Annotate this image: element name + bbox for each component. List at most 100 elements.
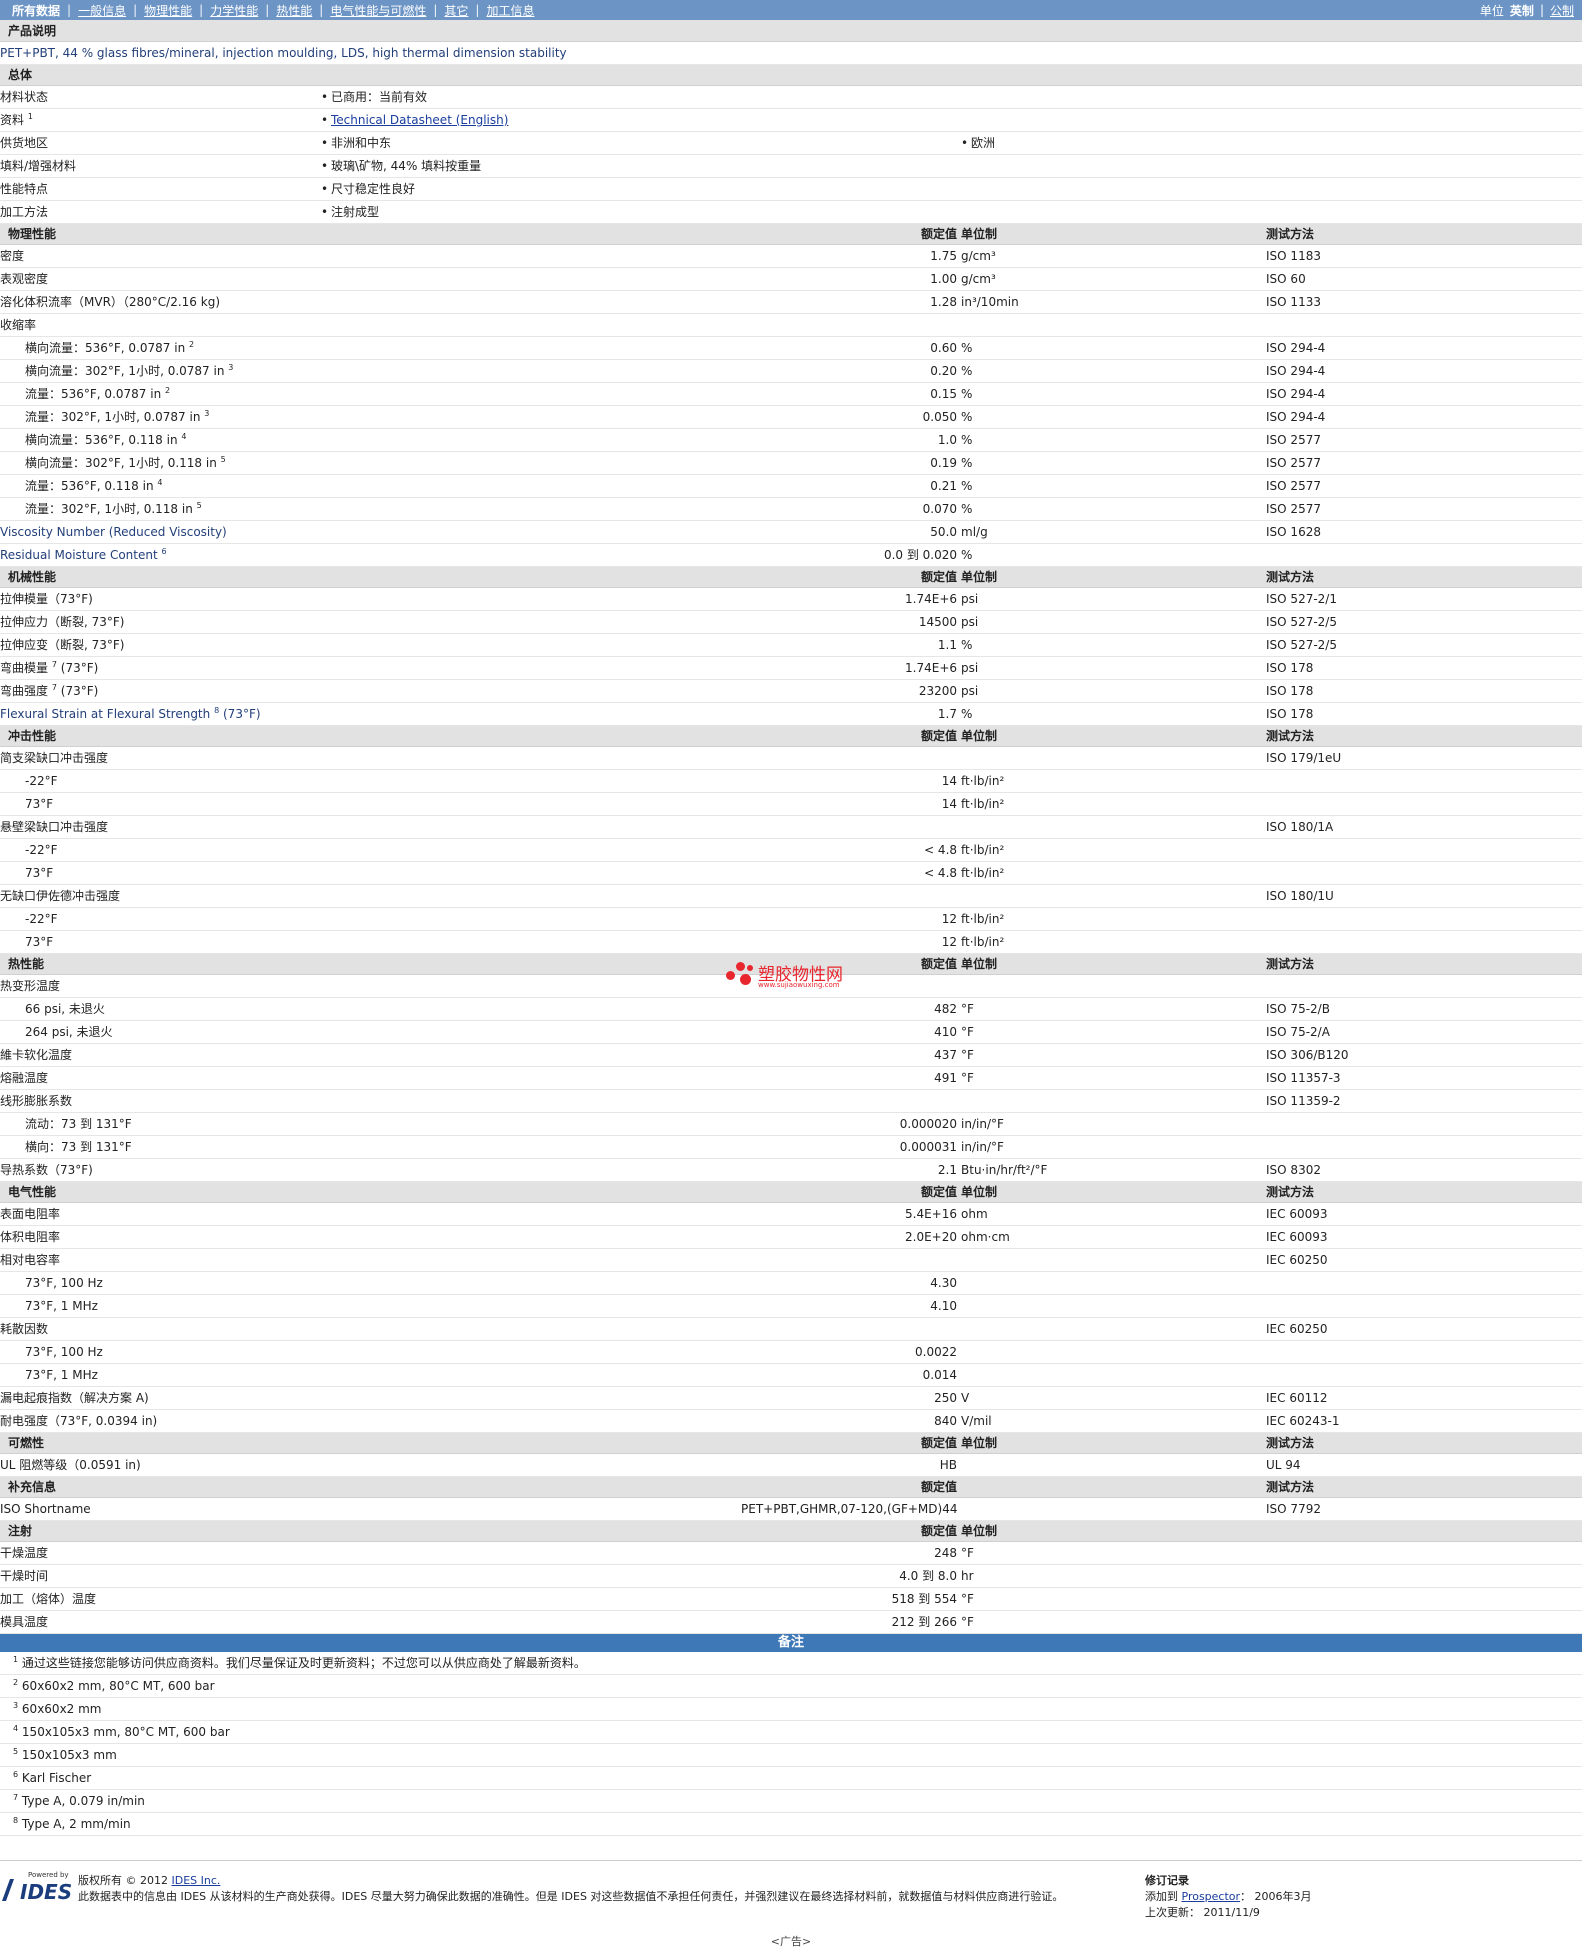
note-content: Karl Fischer — [21, 1771, 92, 1785]
property-row: 加工（熔体）温度 518 到 554 °F — [0, 1587, 1582, 1611]
note-number: 7 — [13, 1793, 19, 1802]
property-label-text: 73°F — [25, 934, 54, 949]
nav-tab[interactable]: 力学性能 — [203, 2, 265, 19]
property-unit — [961, 746, 1267, 770]
property-value: 1.1 — [741, 633, 958, 657]
property-label: 流量：536°F, 0.0787 in 2 — [0, 382, 742, 406]
general-value-text: 玻璃\矿物, 44% 填料按重量 — [331, 159, 482, 173]
property-label-text: 干燥时间 — [0, 1569, 49, 1583]
header-value — [741, 64, 958, 86]
header-method: 测试方法 — [1266, 566, 1582, 588]
footnote-ref: 5 — [196, 501, 202, 510]
nav-tab[interactable]: 一般信息 — [71, 2, 133, 19]
property-value: HB — [741, 1453, 958, 1477]
property-unit: ft·lb/in² — [961, 838, 1267, 862]
property-row: 横向流量：536°F, 0.118 in 4 1.0% ISO 2577 — [0, 428, 1582, 452]
property-value: 212 到 266 — [741, 1610, 958, 1634]
test-method: ISO 180/1U — [1266, 884, 1582, 908]
general-label-text: 材料状态 — [0, 90, 49, 104]
note-row: 7 Type A, 0.079 in/min — [0, 1789, 1582, 1813]
nav-tab[interactable]: 物理性能 — [137, 2, 199, 19]
property-label-text: 流量：536°F, 0.118 in — [25, 479, 154, 493]
property-unit: in³/10min — [961, 290, 1267, 314]
nav-tab[interactable]: 电气性能与可燃性 — [323, 2, 433, 19]
note-content: 150x105x3 mm — [21, 1748, 117, 1762]
datasheet-link[interactable]: Technical Datasheet (English) — [331, 113, 508, 127]
test-method: ISO 178 — [1266, 679, 1582, 703]
footnote-ref: 2 — [189, 340, 195, 349]
ides-inc-link[interactable]: IDES Inc. — [171, 1874, 220, 1887]
property-row: 相对电容率 IEC 60250 — [0, 1248, 1582, 1272]
note-text: 7 Type A, 0.079 in/min — [0, 1789, 1582, 1813]
unit-switcher: 单位 英制 | 公制 — [1480, 2, 1574, 19]
note-text: 6 Karl Fischer — [0, 1766, 1582, 1790]
property-row: 弯曲强度 7 (73°F) 23200 psi ISO 178 — [0, 679, 1582, 703]
property-value: 4.10 — [741, 1294, 958, 1318]
general-label-text: 加工方法 — [0, 205, 49, 219]
property-label-text: 耗散因数 — [0, 1322, 49, 1336]
property-label: 流量：536°F, 0.118 in 4 — [0, 474, 742, 498]
property-label-text: 維卡软化温度 — [0, 1048, 73, 1062]
property-label-text: 横向流量：536°F, 0.0787 in — [25, 341, 186, 355]
property-unit: °F — [961, 1066, 1267, 1090]
header-method: 测试方法 — [1266, 725, 1582, 747]
header-method: 测试方法 — [1266, 1432, 1582, 1454]
note-content: 通过这些链接您能够访问供应商资料。我们尽量保证及时更新资料；不过您可以从供应商处… — [21, 1656, 586, 1671]
property-unit — [961, 1248, 1267, 1272]
nav-tab[interactable]: 所有数据 — [8, 2, 67, 19]
property-label: 干燥温度 — [0, 1541, 742, 1565]
unit-metric-link[interactable]: 公制 — [1550, 2, 1574, 19]
property-value: < 4.8 — [741, 838, 958, 862]
property-label-text: 导热系数（73°F) — [0, 1163, 93, 1177]
header-unit: 单位制 — [961, 953, 1267, 975]
ides-logo[interactable]: Powered by IDES — [1, 1871, 72, 1904]
property-label: 悬壁梁缺口冲击强度 — [0, 815, 742, 839]
note-row: 8 Type A, 2 mm/min — [0, 1812, 1582, 1836]
nav-tab[interactable]: 其它 — [437, 2, 475, 19]
property-label-text: 密度 — [0, 249, 25, 263]
header-method: 测试方法 — [1266, 953, 1582, 975]
nav-tab[interactable]: 热性能 — [269, 2, 319, 19]
property-unit: °F — [961, 997, 1267, 1021]
section-header: 可燃性 额定值 单位制 测试方法 — [0, 1432, 1582, 1454]
property-row: 线形膨胀系数 ISO 11359-2 — [0, 1089, 1582, 1113]
property-unit: g/cm³ — [961, 267, 1267, 291]
note-content: Type A, 2 mm/min — [21, 1817, 131, 1831]
note-text: 8 Type A, 2 mm/min — [0, 1812, 1582, 1836]
property-unit: % — [961, 702, 1267, 726]
prospector-link[interactable]: Prospector — [1182, 1890, 1241, 1903]
footnote-ref: 7 — [51, 660, 57, 669]
general-value-2 — [961, 154, 1582, 178]
general-value: • 注射成型 — [321, 200, 962, 224]
property-label-text: 模具温度 — [0, 1615, 49, 1629]
property-value: 0.21 — [741, 474, 958, 498]
property-label-text: UL 阻燃等级（0.0591 in) — [0, 1458, 141, 1472]
property-unit: % — [961, 359, 1267, 383]
property-label: 横向流量：302°F, 1小时, 0.118 in 5 — [0, 451, 742, 475]
header-method: 测试方法 — [1266, 1476, 1582, 1498]
nav-separator: | — [265, 3, 270, 17]
test-method: ISO 1133 — [1266, 290, 1582, 314]
property-unit: ohm — [961, 1202, 1267, 1226]
general-value: • Technical Datasheet (English) — [321, 108, 962, 132]
nav-tab[interactable]: 加工信息 — [479, 2, 541, 19]
property-label: 无缺口伊佐德冲击强度 — [0, 884, 742, 908]
top-nav-bar: 所有数据 | 一般信息 | 物理性能 | 力学性能 | 热性能 | 电气性能与可燃性 | 其它 | 加工信息… — [0, 0, 1582, 20]
general-value-2 — [961, 108, 1582, 132]
property-label: 弯曲强度 7 (73°F) — [0, 679, 742, 703]
property-label: Flexural Strain at Flexural Strength 8 (… — [0, 702, 742, 726]
property-row: 悬壁梁缺口冲击强度 ISO 180/1A — [0, 815, 1582, 839]
property-label: 拉伸应力（断裂, 73°F) — [0, 610, 742, 634]
property-row: 73°F, 100 Hz 4.30 — [0, 1271, 1582, 1295]
property-value: 1.7 — [741, 702, 958, 726]
property-label: 耐电强度（73°F, 0.0394 in) — [0, 1409, 742, 1433]
property-row: 耗散因数 IEC 60250 — [0, 1317, 1582, 1341]
property-label: 横向：73 到 131°F — [0, 1135, 742, 1159]
test-method — [1266, 1564, 1582, 1588]
section-title: 可燃性 — [0, 1432, 742, 1454]
units-label: 单位 — [1479, 3, 1504, 18]
property-unit: in/in/°F — [961, 1112, 1267, 1136]
property-value — [741, 1089, 958, 1113]
test-method: IEC 60112 — [1266, 1386, 1582, 1410]
unit-imperial[interactable]: 英制 — [1510, 2, 1534, 19]
